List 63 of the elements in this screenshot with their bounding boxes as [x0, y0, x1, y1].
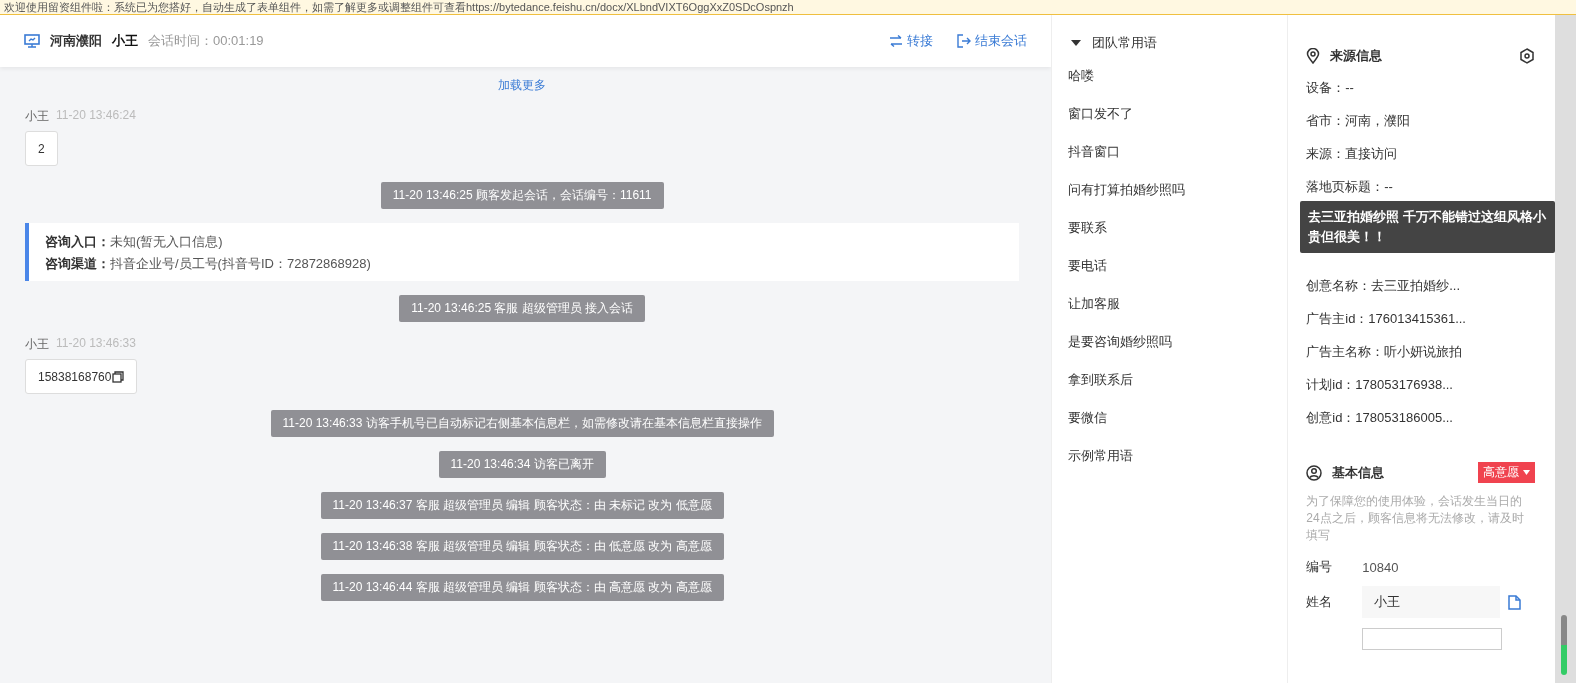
phrase-item[interactable]: 示例常用语: [1052, 447, 1288, 485]
section-title: 来源信息: [1330, 47, 1383, 65]
scrollbar[interactable]: [1555, 15, 1576, 683]
input-field[interactable]: [1362, 628, 1503, 650]
monitor-icon: [24, 34, 40, 48]
input-field[interactable]: 小王: [1362, 586, 1501, 618]
message-time: 11-20 13:46:33: [56, 336, 136, 352]
phrase-group-title[interactable]: 团队常用语: [1092, 34, 1158, 52]
system-message: 11-20 13:46:25 客服 超级管理员 接入会话: [399, 295, 646, 322]
phrase-item[interactable]: 让加客服: [1052, 295, 1288, 333]
source-info-row-text: 来源：直接访问: [1306, 145, 1399, 163]
load-more-link[interactable]: 加载更多: [498, 77, 547, 94]
system-message: 11-20 13:46:25 顾客发起会话，会话编号：11611: [380, 182, 664, 209]
field-label: 编号: [1306, 558, 1334, 576]
source-info-row-text: 创意id：178053186005...: [1306, 409, 1454, 427]
source-info-row-text: 创意名称：去三亚拍婚纱...: [1306, 277, 1462, 295]
caret-icon: [1523, 470, 1531, 475]
system-message: 11-20 13:46:44 客服 超级管理员 编辑 顾客状态：由 高意愿 改为 高意愿: [320, 574, 724, 601]
location-pin-icon: [1306, 48, 1321, 64]
source-info-row-text: 省市：河南，濮阳: [1306, 112, 1412, 130]
inquiry-line: 咨询渠道：抖音企业号/员工号(抖音号ID：72872868928): [45, 255, 372, 273]
phrase-item[interactable]: 拿到联系后: [1052, 371, 1288, 409]
field-label: 姓名: [1306, 593, 1334, 611]
section-title: 基本信息: [1332, 463, 1385, 482]
sender-name: 小王: [25, 108, 49, 125]
user-icon: [1306, 464, 1323, 481]
inquiry-line: 咨询入口：未知(暂无入口信息): [45, 233, 224, 251]
phrase-item[interactable]: 问有打算拍婚纱照吗: [1052, 181, 1288, 219]
end-session-button[interactable]: 结束会话: [957, 32, 1028, 50]
source-info-row-text: 广告主id：176013415361...: [1306, 310, 1467, 328]
intent-dropdown[interactable]: 高意愿: [1478, 462, 1536, 483]
phrase-item[interactable]: 要联系: [1052, 219, 1288, 257]
message-bubble: 2: [25, 131, 58, 166]
phrase-item[interactable]: 要电话: [1052, 257, 1288, 295]
visitor-name: 小王: [112, 32, 138, 50]
copy-icon[interactable]: [112, 370, 125, 383]
system-message: 11-20 13:46:33 访客手机号已自动标记右侧基本信息栏，如需修改请在基本信息栏直接操作: [270, 410, 774, 437]
phrase-item[interactable]: 抖音窗口: [1052, 143, 1288, 181]
session-duration: 会话时间：00:01:19: [148, 32, 264, 50]
phrase-item[interactable]: 要微信: [1052, 409, 1288, 447]
source-info-row-text: 设备：--: [1306, 79, 1355, 97]
source-info-row-text: 广告主名称：听小妍说旅拍: [1306, 343, 1464, 361]
phrase-item[interactable]: 哈喽: [1052, 67, 1288, 105]
swap-arrows-icon: [889, 35, 904, 47]
source-info-row-text: 计划id：178053176938...: [1306, 376, 1454, 394]
settings-icon[interactable]: [1519, 48, 1536, 64]
message-bubble: 15838168760: [25, 359, 138, 394]
exit-icon: [957, 34, 972, 48]
system-message: 11-20 13:46:38 客服 超级管理员 编辑 顾客状态：由 低意愿 改为 高意愿: [320, 533, 724, 560]
system-message: 11-20 13:46:34 访客已离开: [438, 451, 606, 478]
message-time: 11-20 13:46:24: [56, 108, 136, 124]
tooltip: 去三亚拍婚纱照 千万不能错过这组风格小贵但很美！！: [1300, 201, 1556, 253]
sender-name: 小王: [25, 336, 49, 353]
phrase-item[interactable]: 窗口发不了: [1052, 105, 1288, 143]
notice-banner: 欢迎使用留资组件啦：系统已为您搭好，自动生成了表单组件，如需了解更多或调整组件可查看https://bytedance.feishu.cn/docx/XLbndVIXT6OggXxZ0SDcOspnzh: [0, 0, 1576, 15]
phrase-item[interactable]: 是要咨询婚纱照吗: [1052, 333, 1288, 371]
transfer-button[interactable]: 转接: [889, 32, 934, 50]
system-message: 11-20 13:46:37 客服 超级管理员 编辑 顾客状态：由 未标记 改为 低意愿: [320, 492, 724, 519]
caret-icon[interactable]: [1071, 39, 1082, 47]
source-info-row-text: 落地页标题：--: [1306, 178, 1394, 196]
field-value: 10840: [1362, 559, 1399, 575]
notice-text: 为了保障您的使用体验，会话发生当日的24点之后，顾客信息将无法修改，请及时填写: [1306, 493, 1525, 544]
visitor-location: 河南濮阳: [50, 32, 102, 50]
